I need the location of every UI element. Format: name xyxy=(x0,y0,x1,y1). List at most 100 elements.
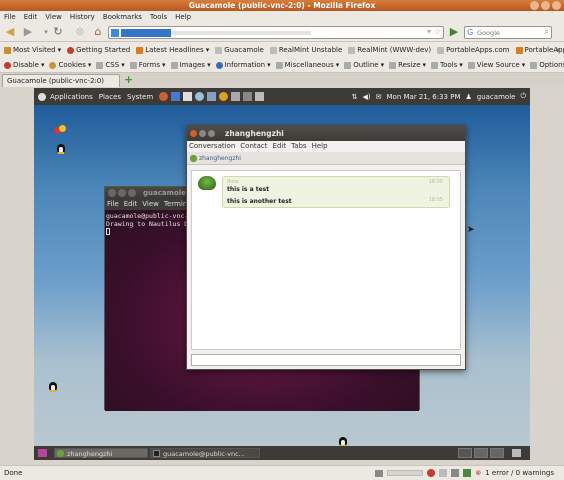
dev-resize[interactable]: Resize ▾ xyxy=(389,61,426,69)
dev-options[interactable]: Options▾ xyxy=(530,61,564,69)
menu-conversation[interactable]: Conversation xyxy=(189,141,235,152)
new-tab-icon[interactable]: + xyxy=(124,74,134,85)
balloon-icon[interactable] xyxy=(54,125,68,135)
music-launcher-icon[interactable] xyxy=(219,92,229,101)
url-bar[interactable]: ▾ ☆ xyxy=(108,26,444,39)
chat-contact-tab[interactable]: zhanghengzhi xyxy=(187,152,465,165)
dev-miscellaneous[interactable]: Miscellaneous ▾ xyxy=(275,61,339,69)
menu-history[interactable]: History xyxy=(70,13,95,21)
minimize-button[interactable] xyxy=(530,1,539,10)
clock-text[interactable]: Mon Mar 21, 6:33 PM xyxy=(387,93,461,101)
home-icon[interactable]: ⌂ xyxy=(92,26,104,38)
menu-view[interactable]: View xyxy=(45,13,62,21)
bookmark-portableapps[interactable]: PortableApps.com xyxy=(437,46,510,54)
terminal-launcher-icon[interactable] xyxy=(231,92,241,101)
minimize-button[interactable] xyxy=(118,189,126,197)
back-icon[interactable]: ◀ xyxy=(4,26,16,38)
bookmark-guacamole[interactable]: Guacamole xyxy=(215,46,264,54)
dev-information[interactable]: Information ▾ xyxy=(215,61,271,69)
workspace-switcher-3[interactable] xyxy=(490,448,504,458)
menu-help[interactable]: Help xyxy=(175,13,191,21)
go-icon[interactable]: ▶ xyxy=(448,26,460,38)
overflow-chevron-icon[interactable]: » xyxy=(556,46,560,54)
menu-tools[interactable]: Tools xyxy=(150,13,167,21)
bookmark-realmint-www-dev[interactable]: RealMint (WWW-dev) xyxy=(348,46,431,54)
keyboard-icon[interactable] xyxy=(375,469,384,477)
reload-icon[interactable]: ↻ xyxy=(52,26,64,38)
volume-icon[interactable]: ◀) xyxy=(363,93,371,101)
forward-icon[interactable]: ▶ xyxy=(22,26,34,38)
chevron-down-icon[interactable]: ▾ xyxy=(40,26,52,38)
maximize-button[interactable] xyxy=(128,189,136,197)
user-name[interactable]: guacamole xyxy=(477,93,516,101)
addon2-icon[interactable] xyxy=(451,469,460,477)
dev-forms[interactable]: Forms ▾ xyxy=(129,61,166,69)
stop-icon[interactable]: ⊗ xyxy=(74,26,86,38)
penguin-icon[interactable] xyxy=(56,142,66,154)
menu-file[interactable]: File xyxy=(4,13,16,21)
menu-edit[interactable]: Edit xyxy=(24,13,38,21)
app2-launcher-icon[interactable] xyxy=(255,92,265,101)
chat-window[interactable]: zhanghengzhi Conversation Contact Edit T… xyxy=(186,125,466,370)
app-launcher-icon[interactable] xyxy=(243,92,253,101)
dev-css[interactable]: CSS ▾ xyxy=(96,61,125,69)
remote-desktop-view[interactable]: Applications Places System ⇅ ◀) ✉ Mon Ma… xyxy=(34,88,530,460)
bookmark-most-visited[interactable]: Most Visited ▾ xyxy=(4,46,61,54)
menu-bookmarks[interactable]: Bookmarks xyxy=(103,13,142,21)
search-input[interactable] xyxy=(477,28,537,38)
minimize-button[interactable] xyxy=(199,130,206,137)
maximize-button[interactable] xyxy=(541,1,550,10)
dev-disable[interactable]: Disable ▾ xyxy=(4,61,44,69)
maximize-button[interactable] xyxy=(208,130,215,137)
penguin-icon[interactable] xyxy=(48,380,58,392)
taskbar-item-chat[interactable]: zhanghengzhi xyxy=(54,448,148,458)
dev-view-source[interactable]: View Source ▾ xyxy=(467,61,525,69)
search-box[interactable]: G ⌕ xyxy=(464,26,552,39)
close-button[interactable] xyxy=(552,1,561,10)
menu-edit[interactable]: Edit xyxy=(124,199,138,210)
search-icon[interactable]: ⌕ xyxy=(545,27,549,37)
error-icon[interactable] xyxy=(427,469,436,477)
bookmark-getting-started[interactable]: Getting Started xyxy=(67,46,130,54)
bookmark-latest-headlines[interactable]: Latest Headlines ▾ xyxy=(136,46,209,54)
docs-launcher-icon[interactable] xyxy=(183,92,193,101)
show-desktop-icon[interactable] xyxy=(38,449,47,457)
bookmark-star-icon[interactable]: ☆ xyxy=(434,27,441,36)
menu-help[interactable]: Help xyxy=(312,141,328,152)
power-icon[interactable]: ⏻ xyxy=(520,92,526,101)
menu-applications[interactable]: Applications xyxy=(50,93,93,101)
network-icon[interactable]: ⇅ xyxy=(352,93,358,101)
photo-launcher-icon[interactable] xyxy=(207,92,217,101)
menu-edit[interactable]: Edit xyxy=(273,141,287,152)
dev-tools[interactable]: Tools ▾ xyxy=(431,61,463,69)
close-button[interactable] xyxy=(190,130,197,137)
trash-icon[interactable] xyxy=(512,449,521,457)
dropdown-icon[interactable]: ▾ xyxy=(427,27,431,36)
menu-contact[interactable]: Contact xyxy=(240,141,267,152)
menu-view[interactable]: View xyxy=(142,199,159,210)
chat-launcher-icon[interactable] xyxy=(195,92,205,101)
dev-cookies[interactable]: Cookies ▾ xyxy=(49,61,91,69)
tab-guacamole[interactable]: Guacamole (public-vnc-2:0) xyxy=(2,74,120,87)
menu-tabs[interactable]: Tabs xyxy=(291,141,307,152)
chat-log[interactable]: Rose 18:05 this is a test 18:05 this is … xyxy=(191,170,461,350)
menu-file[interactable]: File xyxy=(107,199,119,210)
workspace-switcher-2[interactable] xyxy=(474,448,488,458)
close-button[interactable] xyxy=(108,189,116,197)
workspace-switcher-1[interactable] xyxy=(458,448,472,458)
bookmark-realmint-unstable[interactable]: RealMint Unstable xyxy=(269,46,342,54)
firefox-launcher-icon[interactable] xyxy=(159,92,169,101)
message-input-field[interactable] xyxy=(192,355,460,365)
dev-images[interactable]: Images ▾ xyxy=(170,61,211,69)
error-warning-count[interactable]: 1 error / 0 warnings xyxy=(485,466,554,480)
mail-indicator-icon[interactable]: ✉ xyxy=(376,93,382,101)
menu-system[interactable]: System xyxy=(127,93,153,101)
chat-titlebar[interactable]: zhanghengzhi xyxy=(187,126,465,141)
addon-icon[interactable] xyxy=(439,469,448,477)
menu-places[interactable]: Places xyxy=(99,93,121,101)
mail-launcher-icon[interactable] xyxy=(171,92,181,101)
dev-outline[interactable]: Outline ▾ xyxy=(344,61,384,69)
taskbar-item-terminal[interactable]: guacamole@public-vnc... xyxy=(150,448,260,458)
addon3-icon[interactable] xyxy=(463,469,472,477)
message-input[interactable] xyxy=(191,354,461,366)
